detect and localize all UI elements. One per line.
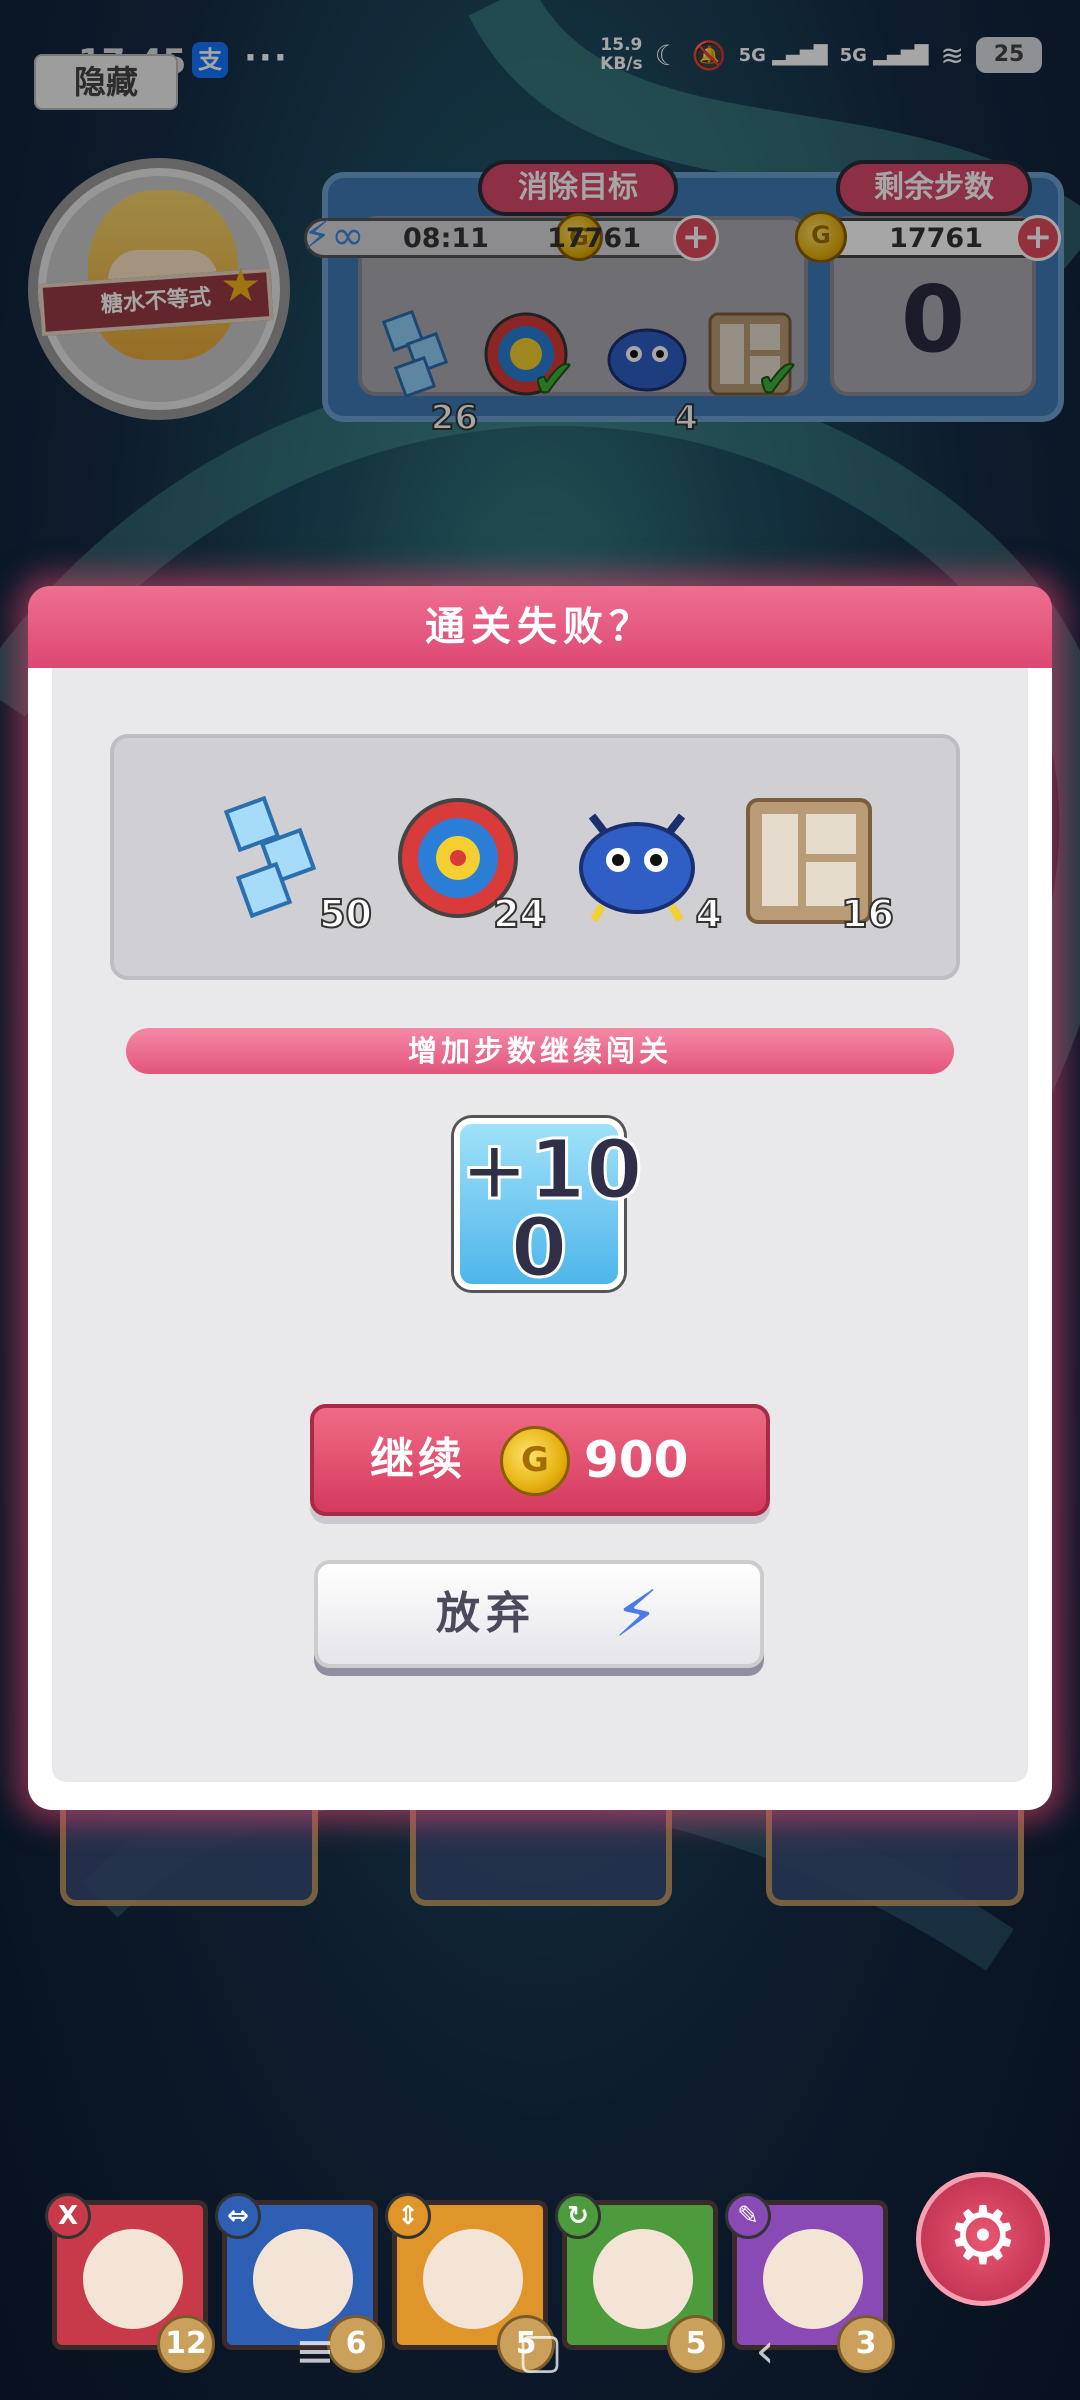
goal-count: 16	[840, 891, 895, 937]
quit-label: 放弃	[436, 1588, 536, 1639]
menu-icon[interactable]: ≡	[280, 2318, 350, 2388]
boost-label: +10 0	[459, 1123, 645, 1296]
continue-price: 900	[584, 1431, 689, 1489]
system-nav-bar: ≡ ▢ ‹	[0, 2300, 1080, 2400]
dialog-title: 通关失败？	[425, 604, 655, 650]
goal-item-stone: 16	[744, 796, 895, 937]
goal-count: 4	[695, 891, 723, 937]
quit-button[interactable]: 放弃 ⚡	[314, 1560, 764, 1668]
home-icon[interactable]: ▢	[505, 2318, 575, 2388]
plus-steps-boost: +10 0	[454, 1118, 645, 1296]
goal-count: 24	[492, 891, 547, 937]
ice-cube-icon	[223, 795, 317, 919]
dialog-header: 通关失败？	[28, 586, 1052, 668]
remaining-goals-panel: 50 24 4 16	[110, 734, 960, 980]
back-icon[interactable]: ‹	[730, 2318, 800, 2388]
goal-item-target: 24	[396, 796, 547, 937]
goal-item-ice: 50	[222, 795, 373, 937]
coin-icon: G	[500, 1426, 570, 1496]
goal-item-crab: 4	[572, 796, 723, 937]
hero-skill-icon: ✎	[725, 2193, 771, 2239]
goal-count: 50	[318, 891, 373, 937]
settings-gear-icon[interactable]: ⚙	[916, 2172, 1050, 2306]
hero-skill-icon: ⇔	[215, 2193, 261, 2239]
hero-skill-icon: ↻	[555, 2193, 601, 2239]
continue-label: 继续	[370, 1434, 466, 1485]
continue-button[interactable]: 继续 G 900	[310, 1404, 770, 1516]
infinite-energy-icon: ⚡	[614, 1578, 659, 1652]
hero-skill-icon: X	[45, 2193, 91, 2239]
blue-crab-icon	[579, 813, 695, 922]
hero-skill-icon: ⇕	[385, 2193, 431, 2239]
add-steps-ribbon: 增加步数继续闯关	[126, 1028, 954, 1074]
